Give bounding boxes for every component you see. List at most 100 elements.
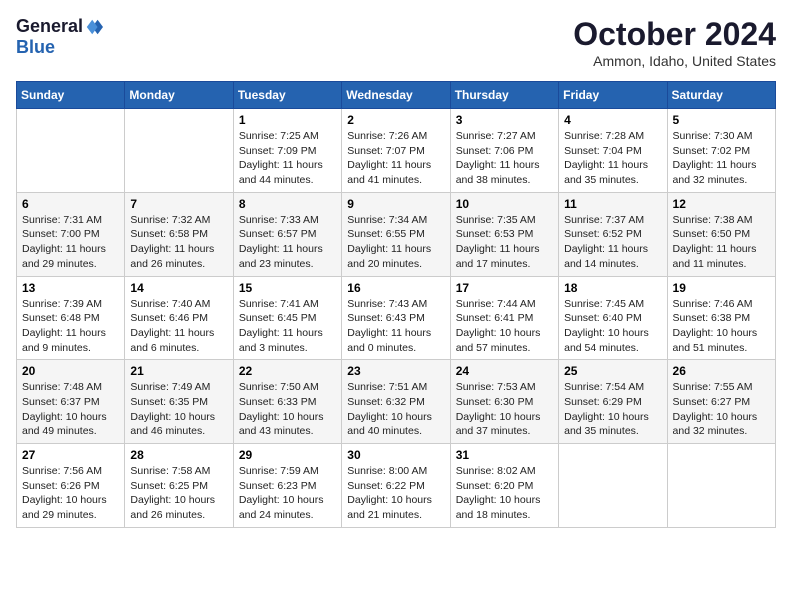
day-detail: Sunrise: 7:55 AMSunset: 6:27 PMDaylight:… <box>673 380 770 439</box>
day-number: 30 <box>347 448 444 462</box>
day-detail: Sunrise: 7:58 AMSunset: 6:25 PMDaylight:… <box>130 464 227 523</box>
day-number: 10 <box>456 197 553 211</box>
day-detail: Sunrise: 8:02 AMSunset: 6:20 PMDaylight:… <box>456 464 553 523</box>
calendar-cell: 28 Sunrise: 7:58 AMSunset: 6:25 PMDayligh… <box>125 444 233 528</box>
day-number: 2 <box>347 113 444 127</box>
day-detail: Sunrise: 7:45 AMSunset: 6:40 PMDaylight:… <box>564 297 661 356</box>
day-detail: Sunrise: 7:51 AMSunset: 6:32 PMDaylight:… <box>347 380 444 439</box>
day-number: 16 <box>347 281 444 295</box>
calendar-cell: 8 Sunrise: 7:33 AMSunset: 6:57 PMDaylight… <box>233 192 341 276</box>
day-number: 19 <box>673 281 770 295</box>
calendar-cell: 21Sunrise: 7:49 AMSunset: 6:35 PMDayligh… <box>125 360 233 444</box>
day-number: 21 <box>130 364 227 378</box>
calendar-cell: 9 Sunrise: 7:34 AMSunset: 6:55 PMDaylight… <box>342 192 450 276</box>
day-number: 6 <box>22 197 119 211</box>
day-detail: Sunrise: 7:27 AMSunset: 7:06 PMDaylight:… <box>456 129 553 188</box>
day-detail: Sunrise: 8:00 AMSunset: 6:22 PMDaylight:… <box>347 464 444 523</box>
day-number: 18 <box>564 281 661 295</box>
day-number: 27 <box>22 448 119 462</box>
calendar-table: SundayMondayTuesdayWednesdayThursdayFrid… <box>16 81 776 528</box>
day-number: 13 <box>22 281 119 295</box>
day-number: 25 <box>564 364 661 378</box>
day-detail: Sunrise: 7:38 AMSunset: 6:50 PMDaylight:… <box>673 213 770 272</box>
day-detail: Sunrise: 7:59 AMSunset: 6:23 PMDaylight:… <box>239 464 336 523</box>
day-detail: Sunrise: 7:46 AMSunset: 6:38 PMDaylight:… <box>673 297 770 356</box>
day-number: 23 <box>347 364 444 378</box>
day-number: 26 <box>673 364 770 378</box>
logo-general-text: General <box>16 16 83 37</box>
day-number: 12 <box>673 197 770 211</box>
calendar-cell: 2 Sunrise: 7:26 AMSunset: 7:07 PMDaylight… <box>342 109 450 193</box>
calendar-cell: 23 Sunrise: 7:51 AMSunset: 6:32 PMDayligh… <box>342 360 450 444</box>
day-detail: Sunrise: 7:33 AMSunset: 6:57 PMDaylight:… <box>239 213 336 272</box>
calendar-header-row: SundayMondayTuesdayWednesdayThursdayFrid… <box>17 82 776 109</box>
calendar-cell: 31 Sunrise: 8:02 AMSunset: 6:20 PMDayligh… <box>450 444 558 528</box>
header-tuesday: Tuesday <box>233 82 341 109</box>
day-detail: Sunrise: 7:44 AMSunset: 6:41 PMDaylight:… <box>456 297 553 356</box>
header-saturday: Saturday <box>667 82 775 109</box>
header-friday: Friday <box>559 82 667 109</box>
calendar-cell: 10Sunrise: 7:35 AMSunset: 6:53 PMDayligh… <box>450 192 558 276</box>
calendar-cell: 17 Sunrise: 7:44 AMSunset: 6:41 PMDayligh… <box>450 276 558 360</box>
day-detail: Sunrise: 7:34 AMSunset: 6:55 PMDaylight:… <box>347 213 444 272</box>
day-detail: Sunrise: 7:31 AMSunset: 7:00 PMDaylight:… <box>22 213 119 272</box>
day-number: 20 <box>22 364 119 378</box>
day-detail: Sunrise: 7:53 AMSunset: 6:30 PMDaylight:… <box>456 380 553 439</box>
calendar-cell: 13 Sunrise: 7:39 AMSunset: 6:48 PMDayligh… <box>17 276 125 360</box>
day-detail: Sunrise: 7:43 AMSunset: 6:43 PMDaylight:… <box>347 297 444 356</box>
calendar-cell: 22 Sunrise: 7:50 AMSunset: 6:33 PMDayligh… <box>233 360 341 444</box>
day-number: 29 <box>239 448 336 462</box>
logo-icon <box>85 18 103 36</box>
day-number: 22 <box>239 364 336 378</box>
calendar-cell: 15Sunrise: 7:41 AMSunset: 6:45 PMDayligh… <box>233 276 341 360</box>
calendar-week-1: 1 Sunrise: 7:25 AMSunset: 7:09 PMDaylight… <box>17 109 776 193</box>
day-number: 5 <box>673 113 770 127</box>
day-detail: Sunrise: 7:26 AMSunset: 7:07 PMDaylight:… <box>347 129 444 188</box>
day-number: 8 <box>239 197 336 211</box>
day-detail: Sunrise: 7:56 AMSunset: 6:26 PMDaylight:… <box>22 464 119 523</box>
calendar-week-5: 27 Sunrise: 7:56 AMSunset: 6:26 PMDayligh… <box>17 444 776 528</box>
title-block: October 2024 Ammon, Idaho, United States <box>573 16 776 69</box>
calendar-cell: 20 Sunrise: 7:48 AMSunset: 6:37 PMDayligh… <box>17 360 125 444</box>
calendar-cell: 29 Sunrise: 7:59 AMSunset: 6:23 PMDayligh… <box>233 444 341 528</box>
day-number: 31 <box>456 448 553 462</box>
calendar-cell: 3 Sunrise: 7:27 AMSunset: 7:06 PMDaylight… <box>450 109 558 193</box>
header-monday: Monday <box>125 82 233 109</box>
day-detail: Sunrise: 7:32 AMSunset: 6:58 PMDaylight:… <box>130 213 227 272</box>
logo: General Blue <box>16 16 103 58</box>
day-detail: Sunrise: 7:41 AMSunset: 6:45 PMDaylight:… <box>239 297 336 356</box>
day-number: 9 <box>347 197 444 211</box>
day-number: 7 <box>130 197 227 211</box>
calendar-week-3: 13 Sunrise: 7:39 AMSunset: 6:48 PMDayligh… <box>17 276 776 360</box>
day-number: 1 <box>239 113 336 127</box>
logo-blue-text: Blue <box>16 37 55 57</box>
calendar-cell: 5 Sunrise: 7:30 AMSunset: 7:02 PMDaylight… <box>667 109 775 193</box>
day-detail: Sunrise: 7:25 AMSunset: 7:09 PMDaylight:… <box>239 129 336 188</box>
calendar-cell: 4 Sunrise: 7:28 AMSunset: 7:04 PMDaylight… <box>559 109 667 193</box>
day-detail: Sunrise: 7:30 AMSunset: 7:02 PMDaylight:… <box>673 129 770 188</box>
day-detail: Sunrise: 7:37 AMSunset: 6:52 PMDaylight:… <box>564 213 661 272</box>
calendar-cell <box>559 444 667 528</box>
day-detail: Sunrise: 7:48 AMSunset: 6:37 PMDaylight:… <box>22 380 119 439</box>
day-detail: Sunrise: 7:54 AMSunset: 6:29 PMDaylight:… <box>564 380 661 439</box>
calendar-cell: 26 Sunrise: 7:55 AMSunset: 6:27 PMDayligh… <box>667 360 775 444</box>
day-number: 14 <box>130 281 227 295</box>
day-number: 24 <box>456 364 553 378</box>
location: Ammon, Idaho, United States <box>573 53 776 69</box>
day-detail: Sunrise: 7:40 AMSunset: 6:46 PMDaylight:… <box>130 297 227 356</box>
calendar-cell <box>667 444 775 528</box>
day-number: 28 <box>130 448 227 462</box>
day-detail: Sunrise: 7:50 AMSunset: 6:33 PMDaylight:… <box>239 380 336 439</box>
day-number: 4 <box>564 113 661 127</box>
calendar-cell: 27 Sunrise: 7:56 AMSunset: 6:26 PMDayligh… <box>17 444 125 528</box>
calendar-week-4: 20 Sunrise: 7:48 AMSunset: 6:37 PMDayligh… <box>17 360 776 444</box>
header-sunday: Sunday <box>17 82 125 109</box>
day-detail: Sunrise: 7:39 AMSunset: 6:48 PMDaylight:… <box>22 297 119 356</box>
day-number: 3 <box>456 113 553 127</box>
calendar-cell: 30 Sunrise: 8:00 AMSunset: 6:22 PMDayligh… <box>342 444 450 528</box>
calendar-cell: 1 Sunrise: 7:25 AMSunset: 7:09 PMDaylight… <box>233 109 341 193</box>
calendar-cell <box>125 109 233 193</box>
day-number: 17 <box>456 281 553 295</box>
calendar-cell: 6 Sunrise: 7:31 AMSunset: 7:00 PMDaylight… <box>17 192 125 276</box>
day-detail: Sunrise: 7:28 AMSunset: 7:04 PMDaylight:… <box>564 129 661 188</box>
